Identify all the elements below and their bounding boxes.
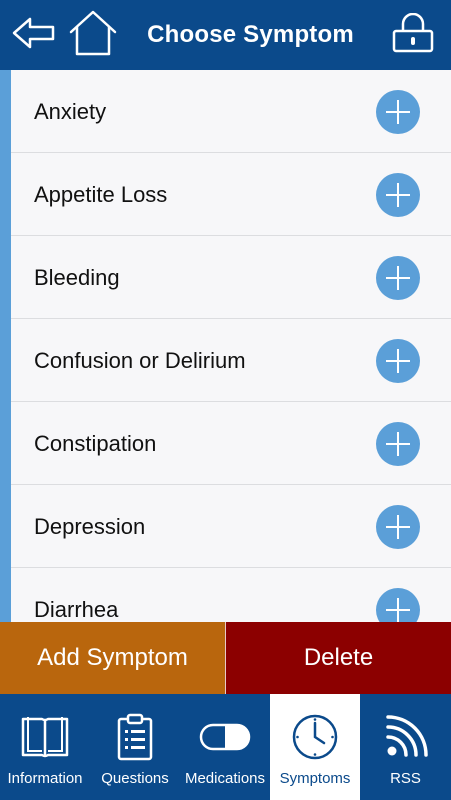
tab-label: Symptoms: [279, 770, 351, 787]
list-item[interactable]: Appetite Loss: [11, 153, 451, 236]
add-symptom-button[interactable]: Add Symptom: [0, 622, 225, 694]
tab-bar: Information Questions Medications Sympto…: [0, 694, 451, 800]
list-item[interactable]: Constipation: [11, 402, 451, 485]
tab-rss[interactable]: RSS: [360, 694, 451, 800]
list-item[interactable]: Diarrhea: [11, 568, 451, 622]
symptom-label: Diarrhea: [34, 596, 119, 622]
tab-label: Questions: [101, 770, 169, 787]
clipboard-icon: [115, 713, 155, 766]
tab-label: RSS: [390, 770, 421, 787]
tab-label: Medications: [184, 770, 266, 787]
action-bar: Add Symptom Delete: [0, 622, 451, 694]
book-icon: [20, 714, 70, 765]
clock-icon: [291, 713, 339, 766]
header-bar: Choose Symptom: [0, 0, 451, 70]
symptom-label: Constipation: [34, 430, 157, 456]
list-accent-bar: [0, 70, 11, 622]
add-icon[interactable]: [376, 339, 420, 383]
add-icon[interactable]: [376, 422, 420, 466]
lock-button[interactable]: [383, 0, 443, 70]
tab-symptoms[interactable]: Symptoms: [270, 694, 360, 800]
symptom-label: Confusion or Delirium: [34, 347, 246, 373]
add-icon[interactable]: [376, 505, 420, 549]
symptom-label: Depression: [34, 513, 146, 539]
symptom-list[interactable]: Anxiety Appetite Loss Bleeding Confusion…: [0, 70, 451, 622]
add-icon[interactable]: [376, 588, 420, 622]
add-icon[interactable]: [376, 256, 420, 300]
app-screen: Choose Symptom Anxiety Appetite Loss Ble…: [0, 0, 451, 800]
pill-icon: [199, 722, 251, 757]
add-icon[interactable]: [376, 173, 420, 217]
list-item[interactable]: Bleeding: [11, 236, 451, 319]
lock-icon: [391, 12, 435, 58]
rss-icon: [383, 714, 429, 765]
delete-button[interactable]: Delete: [226, 622, 451, 694]
page-title: Choose Symptom: [147, 21, 354, 48]
symptom-label: Anxiety: [34, 98, 107, 124]
tab-label: Information: [7, 770, 83, 787]
list-item[interactable]: Depression: [11, 485, 451, 568]
add-icon[interactable]: [376, 90, 420, 134]
back-arrow-icon: [12, 16, 56, 55]
home-button[interactable]: [62, 0, 124, 70]
tab-medications[interactable]: Medications: [180, 694, 270, 800]
tab-questions[interactable]: Questions: [90, 694, 180, 800]
symptom-label: Appetite Loss: [34, 181, 168, 207]
back-button[interactable]: [6, 0, 62, 70]
list-item[interactable]: Confusion or Delirium: [11, 319, 451, 402]
list-item[interactable]: Anxiety: [11, 70, 451, 153]
symptom-label: Bleeding: [34, 264, 120, 290]
tab-information[interactable]: Information: [0, 694, 90, 800]
home-icon: [68, 10, 118, 61]
